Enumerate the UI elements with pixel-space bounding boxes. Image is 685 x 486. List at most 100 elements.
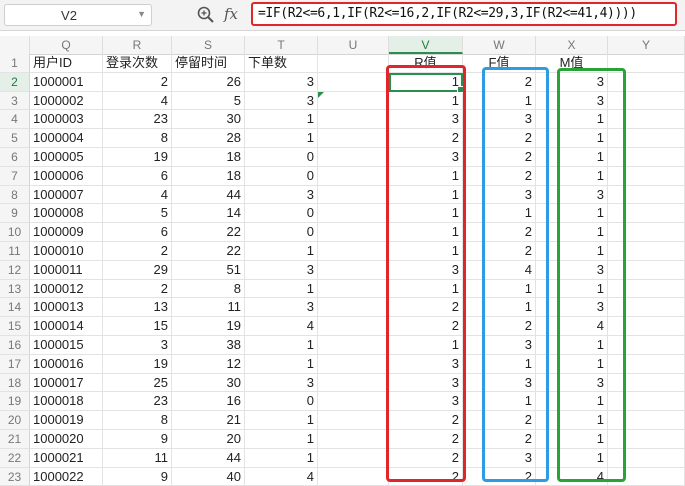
cell-y[interactable] bbox=[608, 392, 685, 412]
cell-w[interactable]: 1 bbox=[463, 204, 536, 224]
cell-r[interactable]: 19 bbox=[103, 148, 172, 167]
cell-v[interactable]: 1 bbox=[389, 223, 463, 242]
cell-t[interactable]: 0 bbox=[245, 223, 318, 242]
cell-w[interactable]: 2 bbox=[463, 467, 536, 486]
cell-q[interactable]: 1000011 bbox=[30, 260, 103, 280]
cell-q[interactable]: 1000013 bbox=[30, 298, 103, 318]
cell-s[interactable]: 18 bbox=[172, 166, 245, 186]
cell-u[interactable] bbox=[318, 223, 389, 242]
cell-s[interactable]: 18 bbox=[172, 148, 245, 167]
cell-q[interactable]: 1000021 bbox=[30, 448, 103, 468]
row-number[interactable]: 1 bbox=[0, 54, 30, 73]
cell-u[interactable] bbox=[318, 129, 389, 148]
cell-v[interactable]: 2 bbox=[389, 317, 463, 336]
cell-x[interactable]: 3 bbox=[536, 91, 608, 111]
cell-w[interactable]: 2 bbox=[463, 72, 536, 92]
cell-s[interactable]: 8 bbox=[172, 279, 245, 299]
cell-y[interactable] bbox=[608, 336, 685, 355]
cell-u[interactable] bbox=[318, 204, 389, 224]
cell-t[interactable]: 1 bbox=[245, 448, 318, 468]
cell-s[interactable]: 44 bbox=[172, 185, 245, 205]
cell-s[interactable]: 11 bbox=[172, 298, 245, 318]
header-cell-v[interactable]: R值 bbox=[389, 54, 463, 73]
cell-v[interactable]: 3 bbox=[389, 260, 463, 280]
cell-v[interactable]: 2 bbox=[389, 129, 463, 148]
cell-t[interactable]: 3 bbox=[245, 373, 318, 393]
cell-r[interactable]: 9 bbox=[103, 430, 172, 449]
cell-r[interactable]: 25 bbox=[103, 373, 172, 393]
cell-v[interactable]: 1 bbox=[389, 166, 463, 186]
cell-s[interactable]: 12 bbox=[172, 354, 245, 374]
cell-s[interactable]: 44 bbox=[172, 448, 245, 468]
cell-y[interactable] bbox=[608, 110, 685, 130]
header-cell-x[interactable]: M值 bbox=[536, 54, 608, 73]
header-cell-w[interactable]: F值 bbox=[463, 54, 536, 73]
magnifier-zoom-icon[interactable] bbox=[196, 5, 216, 25]
cell-y[interactable] bbox=[608, 317, 685, 336]
row-number[interactable]: 18 bbox=[0, 373, 30, 393]
cell-r[interactable]: 2 bbox=[103, 72, 172, 92]
row-number[interactable]: 3 bbox=[0, 91, 30, 111]
cell-u[interactable] bbox=[318, 242, 389, 261]
cell-q[interactable]: 1000016 bbox=[30, 354, 103, 374]
cell-y[interactable] bbox=[608, 467, 685, 486]
cell-v[interactable]: 3 bbox=[389, 110, 463, 130]
cell-r[interactable]: 3 bbox=[103, 336, 172, 355]
cell-r[interactable]: 13 bbox=[103, 298, 172, 318]
cell-x[interactable]: 1 bbox=[536, 336, 608, 355]
cell-x[interactable]: 1 bbox=[536, 448, 608, 468]
cell-s[interactable]: 40 bbox=[172, 467, 245, 486]
cell-q[interactable]: 1000007 bbox=[30, 185, 103, 205]
cell-t[interactable]: 1 bbox=[245, 336, 318, 355]
row-number[interactable]: 11 bbox=[0, 242, 30, 261]
row-number[interactable]: 19 bbox=[0, 392, 30, 412]
header-cell-u[interactable] bbox=[318, 54, 389, 73]
cell-q[interactable]: 1000018 bbox=[30, 392, 103, 412]
cell-y[interactable] bbox=[608, 185, 685, 205]
row-number[interactable]: 12 bbox=[0, 260, 30, 280]
cell-s[interactable]: 22 bbox=[172, 223, 245, 242]
cell-w[interactable]: 1 bbox=[463, 392, 536, 412]
cell-w[interactable]: 1 bbox=[463, 298, 536, 318]
cell-x[interactable]: 1 bbox=[536, 129, 608, 148]
fx-icon[interactable]: fx bbox=[224, 5, 238, 23]
cell-u[interactable] bbox=[318, 392, 389, 412]
cell-y[interactable] bbox=[608, 411, 685, 430]
row-number[interactable]: 2 bbox=[0, 72, 30, 92]
cell-s[interactable]: 14 bbox=[172, 204, 245, 224]
cell-q[interactable]: 1000020 bbox=[30, 430, 103, 449]
cell-u[interactable] bbox=[318, 336, 389, 355]
cell-y[interactable] bbox=[608, 430, 685, 449]
cell-u[interactable] bbox=[318, 260, 389, 280]
cell-x[interactable]: 1 bbox=[536, 411, 608, 430]
cell-w[interactable]: 1 bbox=[463, 354, 536, 374]
cell-v[interactable]: 3 bbox=[389, 354, 463, 374]
column-header-t[interactable]: T bbox=[245, 36, 318, 54]
cell-v[interactable]: 2 bbox=[389, 411, 463, 430]
cell-v[interactable]: 1 bbox=[389, 279, 463, 299]
cell-r[interactable]: 4 bbox=[103, 185, 172, 205]
cell-r[interactable]: 2 bbox=[103, 242, 172, 261]
cell-v[interactable]: 1 bbox=[389, 91, 463, 111]
row-number[interactable]: 9 bbox=[0, 204, 30, 224]
cell-u[interactable] bbox=[318, 373, 389, 393]
cell-t[interactable]: 1 bbox=[245, 279, 318, 299]
cell-w[interactable]: 2 bbox=[463, 148, 536, 167]
cell-t[interactable]: 1 bbox=[245, 354, 318, 374]
cell-t[interactable]: 4 bbox=[245, 467, 318, 486]
cell-v[interactable]: 1 bbox=[389, 185, 463, 205]
cell-w[interactable]: 2 bbox=[463, 166, 536, 186]
cell-r[interactable]: 8 bbox=[103, 411, 172, 430]
header-cell-y[interactable] bbox=[608, 54, 685, 73]
cell-y[interactable] bbox=[608, 373, 685, 393]
cell-y[interactable] bbox=[608, 260, 685, 280]
cell-t[interactable]: 1 bbox=[245, 430, 318, 449]
cell-y[interactable] bbox=[608, 298, 685, 318]
cell-w[interactable]: 3 bbox=[463, 336, 536, 355]
cell-s[interactable]: 16 bbox=[172, 392, 245, 412]
column-header-w[interactable]: W bbox=[463, 36, 536, 54]
cell-t[interactable]: 0 bbox=[245, 204, 318, 224]
cell-u[interactable] bbox=[318, 110, 389, 130]
cell-s[interactable]: 51 bbox=[172, 260, 245, 280]
cell-w[interactable]: 2 bbox=[463, 242, 536, 261]
